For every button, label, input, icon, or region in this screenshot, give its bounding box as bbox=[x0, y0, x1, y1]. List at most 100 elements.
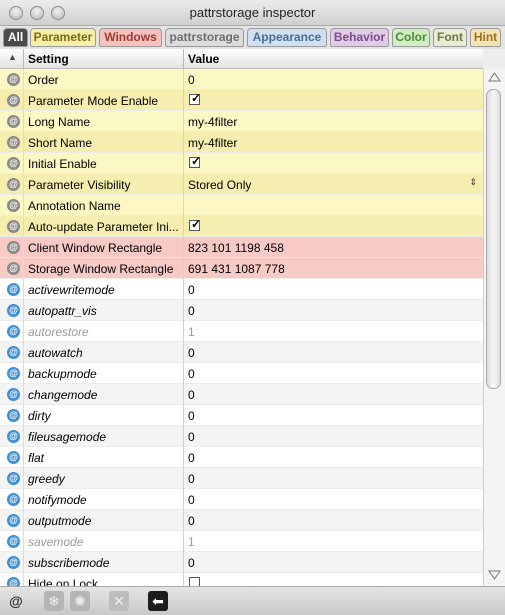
value-field[interactable]: 0 bbox=[188, 430, 195, 444]
attribute-row[interactable]: @ changemode 0 bbox=[0, 384, 483, 405]
value-field[interactable]: 1 bbox=[188, 325, 195, 339]
value-field[interactable]: 0 bbox=[188, 514, 195, 528]
attribute-row[interactable]: @ Order 0 bbox=[0, 69, 483, 90]
value-checkbox[interactable]: ✓ bbox=[189, 154, 201, 168]
value-field[interactable]: 0 bbox=[188, 472, 195, 486]
tab-hint[interactable]: Hint bbox=[470, 28, 501, 47]
attribute-row[interactable]: @ fileusagemode 0 bbox=[0, 426, 483, 447]
attribute-row[interactable]: @ autowatch 0 bbox=[0, 342, 483, 363]
value-checkbox[interactable]: ✓ bbox=[189, 91, 201, 105]
attribute-at-icon[interactable]: @ bbox=[7, 220, 20, 233]
attribute-row[interactable]: @ Client Window Rectangle 823 101 1198 458 bbox=[0, 237, 483, 258]
value-field[interactable]: 1 bbox=[188, 535, 195, 549]
scroll-thumb[interactable] bbox=[486, 89, 501, 389]
attribute-at-icon[interactable]: @ bbox=[7, 262, 20, 275]
value-field[interactable]: 0 bbox=[188, 283, 195, 297]
dropdown-arrows-icon[interactable]: ⇕ bbox=[469, 177, 477, 188]
vertical-scrollbar[interactable] bbox=[483, 69, 505, 586]
sort-arrow-icon[interactable]: ▲ bbox=[8, 52, 17, 62]
column-divider bbox=[183, 216, 184, 237]
attribute-row[interactable]: @ greedy 0 bbox=[0, 468, 483, 489]
value-field[interactable]: 0 bbox=[188, 346, 195, 360]
attribute-at-icon[interactable]: @ bbox=[7, 514, 20, 527]
attribute-at-icon[interactable]: @ bbox=[7, 73, 20, 86]
tab-parameter[interactable]: Parameter bbox=[30, 28, 96, 47]
attribute-row[interactable]: @ notifymode 0 bbox=[0, 489, 483, 510]
attribute-at-icon[interactable]: @ bbox=[7, 304, 20, 317]
column-divider bbox=[23, 258, 24, 279]
attribute-at-icon[interactable]: @ bbox=[7, 451, 20, 464]
value-checkbox[interactable] bbox=[189, 577, 200, 586]
attribute-row[interactable]: @ Hide on Lock bbox=[0, 573, 483, 586]
column-divider bbox=[23, 468, 24, 489]
attribute-at-icon[interactable]: @ bbox=[7, 493, 20, 506]
value-checkbox[interactable]: ✓ bbox=[189, 217, 201, 231]
scroll-down-icon[interactable] bbox=[488, 570, 501, 580]
attribute-at-icon[interactable]: @ bbox=[7, 535, 20, 548]
attribute-row[interactable]: @ Long Name my-4filter bbox=[0, 111, 483, 132]
value-field[interactable]: 0 bbox=[188, 304, 195, 318]
attribute-at-icon[interactable]: @ bbox=[7, 136, 20, 149]
attribute-at-icon[interactable]: @ bbox=[7, 241, 20, 254]
attribute-row[interactable]: @ Annotation Name bbox=[0, 195, 483, 216]
attribute-list: @ Order 0 @ Parameter Mode Enable ✓ @ Long Name… bbox=[0, 69, 483, 586]
attribute-row[interactable]: @ dirty 0 bbox=[0, 405, 483, 426]
value-field[interactable]: 823 101 1198 458 bbox=[188, 241, 284, 255]
tab-all[interactable]: All bbox=[3, 28, 28, 47]
setting-column-header[interactable]: Setting bbox=[28, 52, 69, 66]
clear-icon[interactable]: ✕ bbox=[109, 591, 129, 611]
attribute-at-icon[interactable]: @ bbox=[7, 115, 20, 128]
value-field[interactable]: my-4filter bbox=[188, 115, 237, 129]
attribute-at-icon[interactable]: @ bbox=[7, 367, 20, 380]
attribute-row[interactable]: @ subscribemode 0 bbox=[0, 552, 483, 573]
attribute-at-icon[interactable]: @ bbox=[7, 577, 20, 586]
value-field[interactable]: 691 431 1087 778 bbox=[188, 262, 285, 276]
attribute-row[interactable]: @ backupmode 0 bbox=[0, 363, 483, 384]
attribute-row[interactable]: @ activewritemode 0 bbox=[0, 279, 483, 300]
tab-font[interactable]: Font bbox=[433, 28, 467, 47]
value-field[interactable]: 0 bbox=[188, 409, 195, 423]
value-field[interactable]: my-4filter bbox=[188, 136, 237, 150]
tab-appearance[interactable]: Appearance bbox=[247, 28, 327, 47]
attribute-at-icon[interactable]: @ bbox=[7, 430, 20, 443]
value-field[interactable]: 0 bbox=[188, 451, 195, 465]
value-field[interactable]: 0 bbox=[188, 388, 195, 402]
tab-windows[interactable]: Windows bbox=[99, 28, 162, 47]
attribute-at-icon[interactable]: @ bbox=[7, 94, 20, 107]
attribute-icon[interactable]: @ bbox=[6, 591, 26, 611]
attribute-at-icon[interactable]: @ bbox=[7, 409, 20, 422]
attribute-at-icon[interactable]: @ bbox=[7, 199, 20, 212]
freeze-icon[interactable]: ❄ bbox=[44, 591, 64, 611]
attribute-at-icon[interactable]: @ bbox=[7, 325, 20, 338]
attribute-row[interactable]: @ flat 0 bbox=[0, 447, 483, 468]
tab-behavior[interactable]: Behavior bbox=[330, 28, 389, 47]
attribute-at-icon[interactable]: @ bbox=[7, 556, 20, 569]
attribute-row[interactable]: @ Short Name my-4filter bbox=[0, 132, 483, 153]
attribute-row[interactable]: @ Parameter Visibility Stored Only ⇕ bbox=[0, 174, 483, 195]
attribute-row[interactable]: @ Auto-update Parameter Ini... ✓ bbox=[0, 216, 483, 237]
value-field[interactable]: 0 bbox=[188, 556, 195, 570]
back-arrow-icon[interactable]: ⬅ bbox=[148, 591, 168, 611]
scroll-up-icon[interactable] bbox=[488, 72, 501, 82]
attribute-row[interactable]: @ autopattr_vis 0 bbox=[0, 300, 483, 321]
attribute-at-icon[interactable]: @ bbox=[7, 178, 20, 191]
attribute-row[interactable]: @ Initial Enable ✓ bbox=[0, 153, 483, 174]
tab-pattrstorage[interactable]: pattrstorage bbox=[165, 28, 244, 47]
value-field[interactable]: 0 bbox=[188, 73, 195, 87]
value-field[interactable]: 0 bbox=[188, 367, 195, 381]
attribute-at-icon[interactable]: @ bbox=[7, 388, 20, 401]
attribute-row[interactable]: @ autorestore 1 bbox=[0, 321, 483, 342]
attribute-at-icon[interactable]: @ bbox=[7, 472, 20, 485]
value-column-header[interactable]: Value bbox=[188, 52, 219, 66]
attribute-row[interactable]: @ outputmode 0 bbox=[0, 510, 483, 531]
attribute-row[interactable]: @ Parameter Mode Enable ✓ bbox=[0, 90, 483, 111]
attribute-at-icon[interactable]: @ bbox=[7, 283, 20, 296]
attribute-row[interactable]: @ savemode 1 bbox=[0, 531, 483, 552]
value-menu[interactable]: Stored Only bbox=[188, 178, 251, 192]
unfreeze-icon[interactable]: ✺ bbox=[70, 591, 90, 611]
attribute-at-icon[interactable]: @ bbox=[7, 157, 20, 170]
value-field[interactable]: 0 bbox=[188, 493, 195, 507]
attribute-row[interactable]: @ Storage Window Rectangle 691 431 1087 77… bbox=[0, 258, 483, 279]
tab-color[interactable]: Color bbox=[392, 28, 430, 47]
attribute-at-icon[interactable]: @ bbox=[7, 346, 20, 359]
